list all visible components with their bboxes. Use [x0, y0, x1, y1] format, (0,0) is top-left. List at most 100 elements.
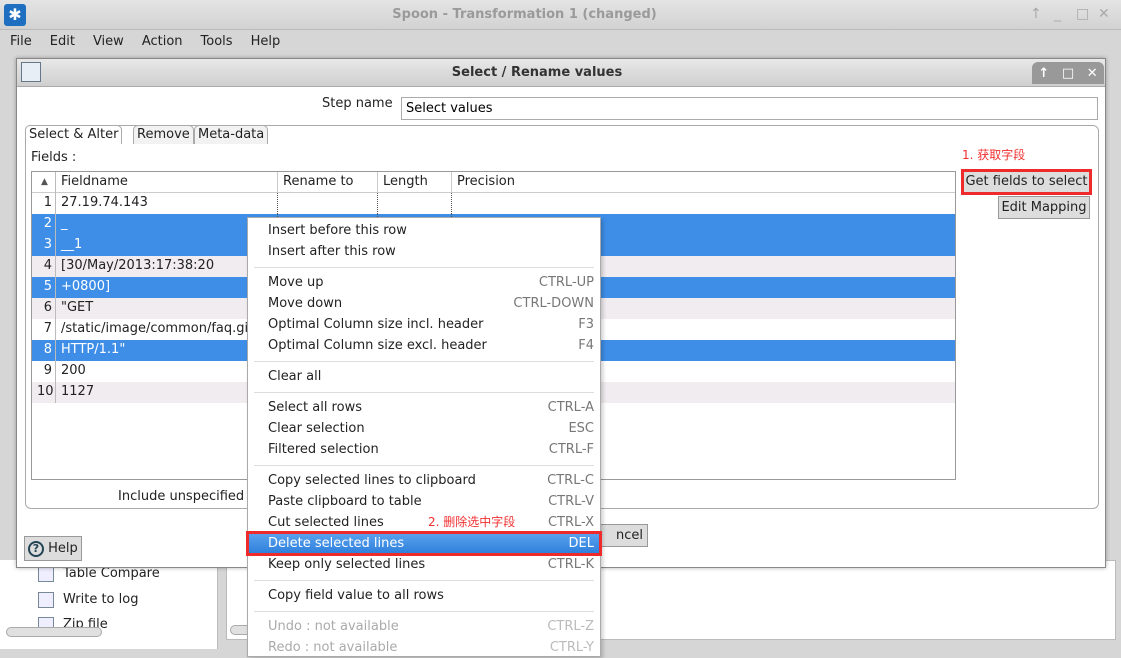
fieldname-cell[interactable]: +0800]: [56, 277, 278, 298]
annotation-delete-fields: 2. 删除选中字段: [428, 515, 516, 529]
context-menu-item[interactable]: Copy selected lines to clipboard CTRL-C: [248, 470, 600, 491]
window-title: Spoon - Transformation 1 (changed): [392, 7, 657, 22]
fieldname-cell[interactable]: 27.19.74.143: [56, 193, 278, 214]
menu-bar: File Edit View Action Tools Help: [0, 30, 1121, 52]
tab-remove[interactable]: Remove: [133, 125, 194, 144]
step-write-to-log[interactable]: Write to log: [63, 592, 138, 607]
menu-item-label: Clear selection: [268, 421, 365, 436]
length-cell[interactable]: [378, 193, 452, 214]
context-menu-item[interactable]: Keep only selected lines CTRL-K: [248, 554, 600, 575]
column-fieldname[interactable]: Fieldname: [56, 172, 278, 193]
close-icon[interactable]: ✕: [1098, 6, 1110, 22]
tab-select-alter[interactable]: Select & Alter: [25, 125, 123, 144]
minimize-icon[interactable]: _: [1054, 6, 1061, 22]
menu-item-label: Move down: [268, 296, 343, 311]
menu-item-label: Redo : not available: [268, 640, 398, 655]
column-precision[interactable]: Precision: [452, 172, 955, 193]
table-row[interactable]: 1 27.19.74.143: [32, 193, 955, 214]
help-label: Help: [48, 541, 78, 556]
context-menu-item[interactable]: Insert after this row: [248, 241, 600, 262]
get-fields-button[interactable]: Get fields to select: [961, 169, 1092, 195]
row-number[interactable]: 6: [32, 298, 56, 319]
row-number[interactable]: 7: [32, 319, 56, 340]
main-title-bar: ✱ Spoon - Transformation 1 (changed) ↑ _…: [0, 0, 1121, 30]
precision-cell[interactable]: [452, 193, 955, 214]
menu-item-shortcut: CTRL-Z: [547, 619, 594, 634]
fieldname-cell[interactable]: 200: [56, 361, 278, 382]
row-number[interactable]: 2: [32, 214, 56, 235]
fieldname-cell[interactable]: __1: [56, 235, 278, 256]
keep-above-icon[interactable]: ↑: [1030, 6, 1042, 22]
menu-item-shortcut: CTRL-K: [547, 557, 594, 572]
row-number[interactable]: 10: [32, 382, 56, 403]
dialog-controls: ↑ □ ✕: [1032, 62, 1104, 84]
fields-label: Fields :: [31, 150, 77, 165]
menu-item-label: Copy selected lines to clipboard: [268, 473, 476, 488]
maximize-icon[interactable]: □: [1076, 6, 1089, 22]
menu-item-label: Delete selected lines: [268, 536, 405, 551]
sort-indicator-icon[interactable]: ▲: [32, 172, 56, 193]
menu-file[interactable]: File: [10, 34, 32, 49]
menu-item-label: Optimal Column size excl. header: [268, 338, 487, 353]
context-menu-item[interactable]: Clear selection ESC: [248, 418, 600, 439]
dialog-title: Select / Rename values: [451, 65, 623, 80]
row-number[interactable]: 3: [32, 235, 56, 256]
rename-to-cell[interactable]: [278, 193, 378, 214]
left-horizontal-scrollbar[interactable]: [6, 627, 102, 637]
menu-item-shortcut: CTRL-Y: [549, 640, 594, 655]
keep-above-icon[interactable]: ↑: [1038, 66, 1049, 81]
context-menu-item[interactable]: Optimal Column size excl. header F4: [248, 335, 600, 356]
context-menu: Insert before this row Insert after this …: [246, 217, 602, 657]
fieldname-cell[interactable]: HTTP/1.1": [56, 340, 278, 361]
help-button[interactable]: ? Help: [24, 536, 82, 561]
context-menu-item: Undo : not available CTRL-Z: [248, 616, 600, 637]
row-number[interactable]: 5: [32, 277, 56, 298]
menu-separator: [248, 356, 600, 366]
context-menu-item[interactable]: Move up CTRL-UP: [248, 272, 600, 293]
row-number[interactable]: 9: [32, 361, 56, 382]
menu-edit[interactable]: Edit: [50, 34, 75, 49]
menu-item-shortcut: F3: [578, 317, 594, 332]
context-menu-item[interactable]: Cut selected lines CTRL-X: [248, 512, 600, 533]
help-icon: ?: [28, 541, 44, 557]
tab-meta-data[interactable]: Meta-data: [194, 125, 269, 144]
maximize-icon[interactable]: □: [1062, 66, 1074, 81]
step-table-compare[interactable]: Table Compare: [63, 566, 160, 581]
context-menu-item[interactable]: Optimal Column size incl. header F3: [248, 314, 600, 335]
context-menu-item[interactable]: Move down CTRL-DOWN: [248, 293, 600, 314]
row-number[interactable]: 1: [32, 193, 56, 214]
edit-mapping-button[interactable]: Edit Mapping: [998, 196, 1090, 219]
fieldname-cell[interactable]: 1127: [56, 382, 278, 403]
menu-item-label: Insert after this row: [268, 244, 396, 259]
context-menu-item[interactable]: Clear all: [248, 366, 600, 387]
menu-item-label: Filtered selection: [268, 442, 379, 457]
fieldname-cell[interactable]: [30/May/2013:17:38:20: [56, 256, 278, 277]
menu-item-shortcut: CTRL-C: [547, 473, 594, 488]
row-number[interactable]: 8: [32, 340, 56, 361]
context-menu-item[interactable]: Filtered selection CTRL-F: [248, 439, 600, 460]
close-icon[interactable]: ✕: [1087, 66, 1098, 81]
context-menu-item[interactable]: Delete selected lines DEL: [246, 531, 602, 556]
menu-item-shortcut: F4: [578, 338, 594, 353]
menu-item-label: Optimal Column size incl. header: [268, 317, 484, 332]
fieldname-cell[interactable]: /static/image/common/faq.gif: [56, 319, 278, 340]
step-name-input[interactable]: [401, 97, 1098, 120]
context-menu-item[interactable]: Select all rows CTRL-A: [248, 397, 600, 418]
row-number[interactable]: 4: [32, 256, 56, 277]
context-menu-item[interactable]: Insert before this row: [248, 220, 600, 241]
menu-item-label: Keep only selected lines: [268, 557, 426, 572]
fieldname-cell[interactable]: _: [56, 214, 278, 235]
menu-item-shortcut: CTRL-A: [547, 400, 594, 415]
column-rename-to[interactable]: Rename to: [278, 172, 378, 193]
menu-view[interactable]: View: [93, 34, 124, 49]
menu-tools[interactable]: Tools: [201, 34, 233, 49]
fieldname-cell[interactable]: "GET: [56, 298, 278, 319]
menu-item-label: Insert before this row: [268, 223, 407, 238]
include-unspecified-label: Include unspecified: [118, 489, 245, 504]
context-menu-item[interactable]: Copy field value to all rows: [248, 585, 600, 606]
column-length[interactable]: Length: [378, 172, 452, 193]
menu-action[interactable]: Action: [142, 34, 183, 49]
menu-help[interactable]: Help: [251, 34, 281, 49]
context-menu-item[interactable]: Paste clipboard to table CTRL-V: [248, 491, 600, 512]
cancel-button[interactable]: ncel: [600, 524, 648, 547]
